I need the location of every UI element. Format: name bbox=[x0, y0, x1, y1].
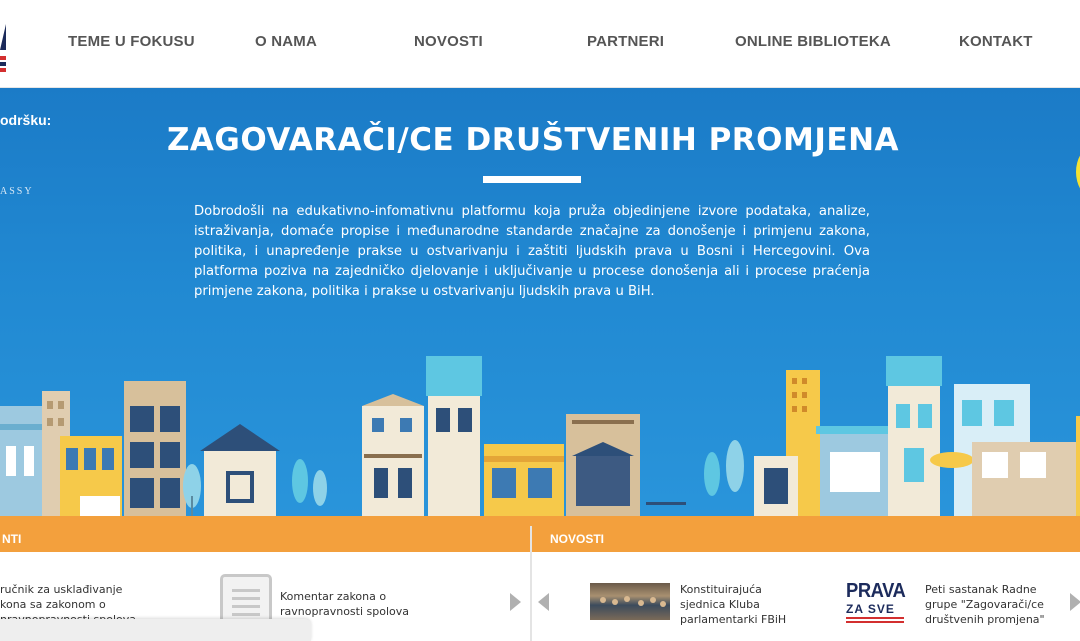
city-skyline-illustration bbox=[0, 356, 1080, 526]
prava-za-sve-logo[interactable]: PRAVA ZA SVE bbox=[846, 580, 906, 624]
site-header: TEME U FOKUSU O NAMA NOVOSTI PARTNERI ON… bbox=[0, 0, 1080, 88]
side-badge[interactable] bbox=[1076, 148, 1080, 196]
news-item-1-title[interactable]: Konstituirajuća sjednica Kluba parlament… bbox=[680, 582, 810, 627]
news-next-arrow[interactable] bbox=[1070, 593, 1080, 611]
nav-novosti[interactable]: NOVOSTI bbox=[414, 33, 483, 50]
nav-partneri[interactable]: PARTNERI bbox=[587, 33, 664, 50]
prava-logo-top: PRAVA bbox=[846, 580, 906, 602]
left-panel-header: NTI bbox=[0, 526, 530, 552]
news-prev-arrow[interactable] bbox=[538, 593, 549, 611]
site-logo[interactable] bbox=[0, 0, 8, 88]
hero-title: ZAGOVARAČI/CE DRUŠTVENIH PROMJENA bbox=[166, 122, 900, 158]
nav-kontakt[interactable]: KONTAKT bbox=[959, 33, 1033, 50]
nav-teme-u-fokusu[interactable]: TEME U FOKUSU bbox=[68, 33, 195, 50]
left-item-2-text[interactable]: Komentar zakona o ravnopravnosti spolova bbox=[280, 589, 440, 619]
bottom-overlay-bar[interactable] bbox=[0, 619, 311, 641]
prava-logo-bottom: ZA SVE bbox=[846, 602, 895, 616]
left-panel-next-arrow[interactable] bbox=[510, 593, 521, 611]
embassy-label: ASSY bbox=[0, 186, 34, 197]
news-item-1-photo[interactable] bbox=[590, 583, 670, 620]
news-item-2-title[interactable]: Peti sastanak Radne grupe "Zagovarači/ce… bbox=[925, 582, 1065, 627]
hero-intro-text: Dobrodošli na edukativno-infomativnu pla… bbox=[194, 204, 870, 299]
nav-online-biblioteka[interactable]: ONLINE BIBLIOTEKA bbox=[735, 33, 891, 50]
title-underline bbox=[483, 176, 581, 183]
news-panel-header: NOVOSTI bbox=[532, 526, 1080, 552]
hero-banner: odršku: ASSY ZAGOVARAČI/CE DRUŠTVENIH PR… bbox=[0, 88, 1080, 526]
nav-o-nama[interactable]: O NAMA bbox=[255, 33, 317, 50]
